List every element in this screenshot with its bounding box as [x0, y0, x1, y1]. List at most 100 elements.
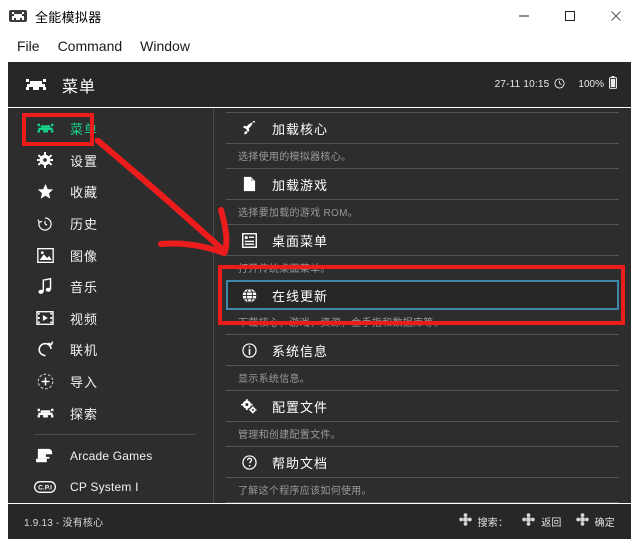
- app-window: 全能模拟器 File Command Window 菜单 27-11 10:15…: [0, 0, 639, 544]
- app-footer: 1.9.13 - 没有核心 搜索： 返回 确定: [8, 503, 631, 539]
- menu-entry-description: 打开传统桌面菜单。: [238, 264, 331, 275]
- footer-hint-back[interactable]: 返回: [522, 512, 562, 531]
- sidebar-item-label: 图像: [70, 248, 99, 264]
- sidebar-item-label: 联机: [70, 343, 99, 359]
- header-status: 27-11 10:15 100%: [494, 75, 617, 94]
- menu-list: 加载核心 选择使用的模拟器核心。 加载游戏 选择要加载的游戏 ROM。 桌面菜单…: [214, 108, 631, 503]
- list-item[interactable]: 配置文件 管理和创建配置文件。: [226, 391, 619, 447]
- list-item[interactable]: 系统信息 显示系统信息。: [226, 335, 619, 391]
- menu-bar: File Command Window: [0, 32, 639, 60]
- list-icon: [240, 232, 258, 248]
- sidebar-item-menu[interactable]: 菜单: [8, 113, 213, 145]
- menu-entry-load-game[interactable]: 加载游戏: [226, 169, 619, 199]
- sidebar-item-history[interactable]: 历史: [8, 208, 213, 240]
- question-circle-icon: [240, 454, 258, 470]
- cps1-badge-icon: C.P.I: [34, 481, 56, 494]
- sidebar-item-settings[interactable]: 设置: [8, 145, 213, 177]
- sidebar-divider: [34, 433, 195, 435]
- clock-time: 27-11 10:15: [494, 79, 550, 90]
- space-invader-icon: [24, 76, 48, 94]
- menu-command[interactable]: Command: [49, 34, 132, 58]
- menu-entry-description: 管理和创建配置文件。: [238, 430, 341, 441]
- minimize-button[interactable]: [501, 0, 547, 32]
- space-invader-icon: [34, 407, 56, 420]
- menu-entry-description: 选择要加载的游戏 ROM。: [238, 208, 359, 219]
- list-item[interactable]: 加载游戏 选择要加载的游戏 ROM。: [226, 169, 619, 225]
- menu-entry-desktop-menu[interactable]: 桌面菜单: [226, 225, 619, 255]
- list-item[interactable]: 在线更新 下载核心，游戏，资源，金手指和数据库等。: [226, 280, 619, 335]
- list-item[interactable]: 加载核心 选择使用的模拟器核心。: [226, 113, 619, 169]
- menu-entry-configuration-file[interactable]: 配置文件: [226, 391, 619, 421]
- sidebar-item-favorites[interactable]: 收藏: [8, 176, 213, 208]
- gears-icon: [240, 398, 258, 414]
- sidebar-item-arcade-games[interactable]: Arcade Games: [8, 440, 213, 472]
- app-body: 菜单 27-11 10:15 100% 菜单 设置 收藏 历史 图像 音乐 视频…: [8, 62, 631, 539]
- space-invader-icon: [9, 7, 27, 25]
- sidebar-item-label: 菜单: [70, 122, 99, 138]
- menu-entry-help[interactable]: 帮助文档: [226, 447, 619, 477]
- sidebar-item-label: CP System I: [70, 480, 139, 495]
- footer-hint-label: 搜索：: [477, 518, 509, 529]
- menu-entry-load-core[interactable]: 加载核心: [226, 113, 619, 143]
- clock-icon: [554, 76, 565, 94]
- sidebar-item-explore[interactable]: 探索: [8, 397, 213, 429]
- sidebar-item-import[interactable]: 导入: [8, 366, 213, 398]
- dpad-icon: [522, 512, 535, 531]
- menu-entry-online-updater[interactable]: 在线更新: [226, 280, 619, 310]
- menu-entry-label: 帮助文档: [272, 455, 329, 471]
- arcade-cabinet-icon: [34, 448, 56, 464]
- sidebar-item-label: 导入: [70, 375, 99, 391]
- globe-icon: [240, 287, 258, 303]
- sidebar-item-images[interactable]: 图像: [8, 239, 213, 271]
- version-status: 1.9.13 - 没有核心: [24, 518, 104, 529]
- gear-icon: [34, 152, 56, 169]
- menu-entry-label: 桌面菜单: [272, 233, 329, 249]
- menu-window[interactable]: Window: [131, 34, 199, 58]
- menu-entry-label: 配置文件: [272, 399, 329, 415]
- dpad-icon: [575, 512, 589, 531]
- sidebar-item-cp-system-i[interactable]: C.P.I CP System I: [8, 471, 213, 503]
- sidebar: 菜单 设置 收藏 历史 图像 音乐 视频 联机 导入 探索 Arcade Gam…: [8, 108, 214, 503]
- app-header: 菜单 27-11 10:15 100%: [8, 62, 631, 108]
- film-icon: [34, 311, 56, 326]
- sidebar-item-label: 探索: [70, 406, 99, 422]
- sidebar-item-netplay[interactable]: 联机: [8, 334, 213, 366]
- close-button[interactable]: [593, 0, 639, 32]
- file-icon: [240, 176, 258, 192]
- battery-icon: [609, 75, 617, 94]
- star-icon: [34, 183, 56, 200]
- netplay-icon: [34, 341, 56, 358]
- footer-hint-search[interactable]: 搜索：: [458, 512, 509, 531]
- maximize-button[interactable]: [547, 0, 593, 32]
- list-item[interactable]: 桌面菜单 打开传统桌面菜单。: [226, 225, 619, 280]
- sidebar-item-music[interactable]: 音乐: [8, 271, 213, 303]
- svg-text:C.P.I: C.P.I: [38, 485, 52, 492]
- sidebar-item-label: 音乐: [70, 280, 99, 296]
- footer-hint-confirm[interactable]: 确定: [575, 512, 615, 531]
- sidebar-item-label: 设置: [70, 153, 99, 169]
- footer-hint-label: 返回: [541, 518, 562, 529]
- sidebar-item-video[interactable]: 视频: [8, 303, 213, 335]
- battery-level: 100%: [578, 79, 604, 90]
- menu-file[interactable]: File: [8, 34, 49, 58]
- list-item[interactable]: 帮助文档 了解这个程序应该如何使用。: [226, 447, 619, 503]
- window-title: 全能模拟器: [35, 9, 102, 25]
- footer-hints: 搜索： 返回 确定: [445, 512, 615, 531]
- sidebar-item-label: Arcade Games: [70, 448, 153, 463]
- dpad-icon: [458, 512, 472, 531]
- menu-entry-description: 选择使用的模拟器核心。: [238, 152, 352, 163]
- rocket-icon: [240, 120, 258, 136]
- sidebar-item-label: 历史: [70, 217, 99, 233]
- title-bar: 全能模拟器: [0, 0, 639, 32]
- menu-entry-label: 加载核心: [272, 121, 329, 137]
- history-clock-icon: [34, 216, 56, 232]
- menu-entry-system-information[interactable]: 系统信息: [226, 335, 619, 365]
- sidebar-item-label: 视频: [70, 311, 99, 327]
- menu-entry-label: 在线更新: [272, 288, 329, 304]
- menu-entry-description: 了解这个程序应该如何使用。: [238, 486, 372, 497]
- plus-circle-icon: [34, 373, 56, 390]
- menu-entry-label: 加载游戏: [272, 177, 329, 193]
- footer-hint-label: 确定: [594, 518, 615, 529]
- info-circle-icon: [240, 342, 258, 358]
- window-controls: [501, 0, 639, 32]
